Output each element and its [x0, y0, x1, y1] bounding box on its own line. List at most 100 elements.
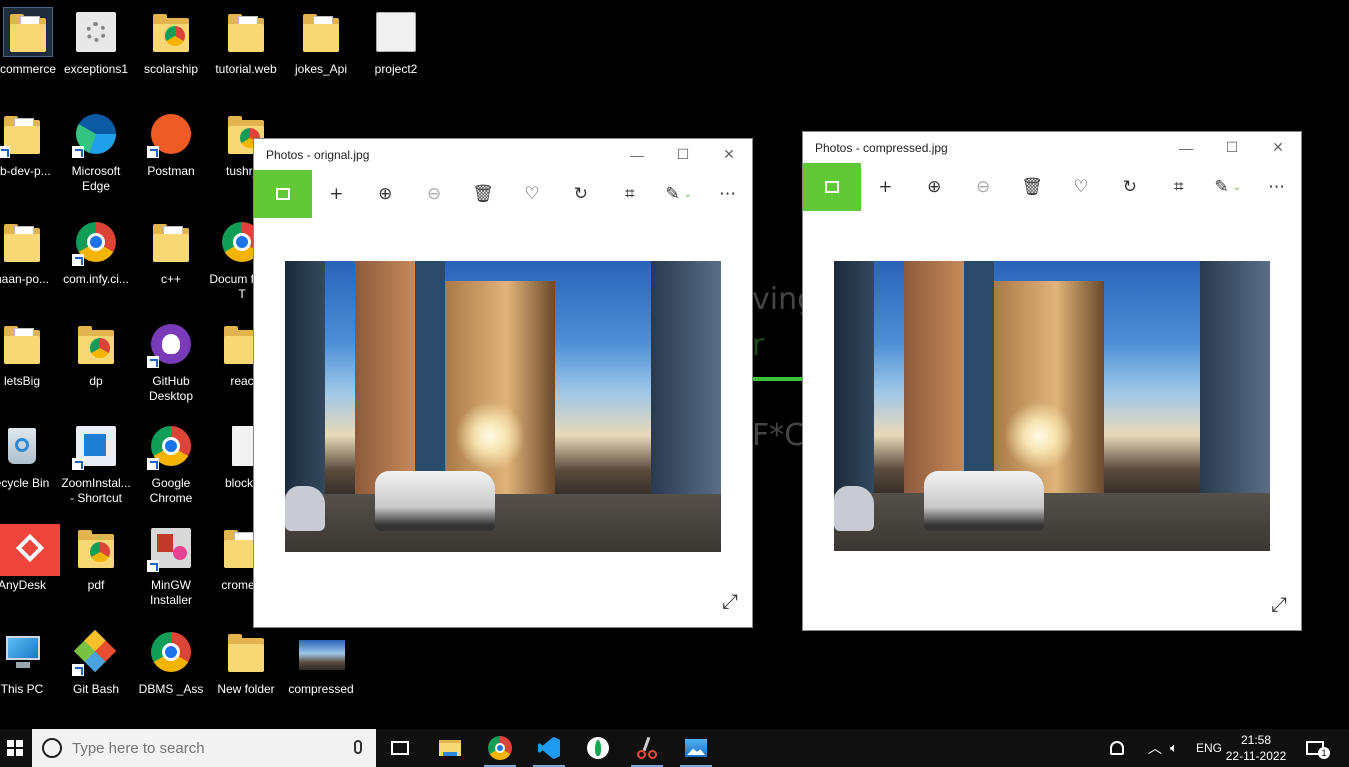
taskbar-file-explorer[interactable] [426, 729, 474, 767]
icon-label: ZoomInstal... - Shortcut [61, 476, 131, 505]
crop-button[interactable]: ⌗ [605, 170, 654, 218]
chevron-down-icon: ⌄ [1232, 181, 1241, 193]
people-icon [1110, 741, 1124, 755]
rotate-button[interactable]: ↻ [556, 170, 605, 218]
icon-label: ecycle Bin [0, 476, 50, 490]
volume-button[interactable]: 🔈︎ [1170, 729, 1178, 767]
folder-icon [222, 8, 270, 56]
folder-new-folder[interactable]: New folder [210, 628, 282, 697]
language-indicator[interactable]: ENG [1196, 729, 1222, 767]
taskbar-chrome[interactable] [476, 729, 524, 767]
title-bar[interactable]: Photos - orignal.jpg — ☐ ✕ [254, 139, 752, 170]
edit-button[interactable]: ✎ ⌄ [1203, 163, 1252, 211]
close-button[interactable]: ✕ [706, 139, 752, 170]
add-to-button[interactable]: + [861, 163, 910, 211]
folder-icon [0, 110, 46, 158]
search-input[interactable] [72, 739, 342, 757]
photos-window-compressed[interactable]: Photos - compressed.jpg — ☐ ✕ + ⊕ ⊖ 🗑 ♡ … [802, 131, 1302, 631]
photo-compressed [834, 261, 1270, 551]
this-pc[interactable]: This PC [0, 628, 58, 697]
shortcut-dbms[interactable]: DBMS _Ass [135, 628, 207, 697]
zoom-in-button[interactable]: ⊕ [361, 170, 410, 218]
folder-dp[interactable]: dp [60, 320, 132, 389]
folder-exceptions1[interactable]: exceptions1 [60, 8, 132, 77]
zoom-out-button[interactable]: ⊖ [959, 163, 1008, 211]
full-screen-button[interactable]: ⤢ [1271, 592, 1287, 616]
icon-label: GitHub Desktop [148, 374, 194, 403]
taskbar-search[interactable] [32, 729, 376, 767]
image-compressed[interactable]: compressed [285, 628, 357, 697]
folder-tutorial-web[interactable]: tutorial.web [210, 8, 282, 77]
photos-window-original[interactable]: Photos - orignal.jpg — ☐ ✕ + ⊕ ⊖ 🗑 ♡ ↻ ⌗… [253, 138, 753, 628]
rotate-button[interactable]: ↻ [1105, 163, 1154, 211]
shortcut-com-infy[interactable]: com.infy.ci... [60, 218, 132, 287]
icon-label: haan-po... [0, 272, 50, 286]
shortcut-git-bash[interactable]: Git Bash [60, 628, 132, 697]
zoom-in-button[interactable]: ⊕ [910, 163, 959, 211]
folder-letsbig[interactable]: letsBig [0, 320, 58, 389]
folder-jokes-api[interactable]: jokes_Api [285, 8, 357, 77]
crop-button[interactable]: ⌗ [1154, 163, 1203, 211]
maximize-button[interactable]: ☐ [660, 139, 706, 170]
folder-pdf[interactable]: pdf [60, 524, 132, 593]
zoom-out-button[interactable]: ⊖ [410, 170, 459, 218]
installer-icon [147, 524, 195, 572]
icon-label: dp [89, 374, 103, 388]
shortcut-anydesk[interactable]: AnyDesk [0, 524, 60, 593]
folder-haan-po[interactable]: haan-po... [0, 218, 58, 287]
see-all-photos-button[interactable] [803, 163, 861, 211]
more-button[interactable]: ⋯ [1252, 163, 1301, 211]
shortcut-postman[interactable]: Postman [135, 110, 207, 179]
shortcut-google-chrome[interactable]: Google Chrome [135, 422, 207, 506]
chrome-icon [72, 218, 120, 266]
scissors-icon [637, 736, 657, 759]
edge-icon [72, 110, 120, 158]
icon-label: letsBig [3, 374, 41, 388]
more-button[interactable]: ⋯ [703, 170, 752, 218]
close-button[interactable]: ✕ [1255, 132, 1301, 163]
folder-project2[interactable]: project2 [360, 8, 432, 77]
full-screen-button[interactable]: ⤢ [722, 589, 738, 613]
photos-toolbar: + ⊕ ⊖ 🗑 ♡ ↻ ⌗ ✎ ⌄ ⋯ [803, 163, 1301, 211]
task-view-button[interactable] [376, 729, 424, 767]
delete-button[interactable]: 🗑 [1008, 163, 1057, 211]
show-hidden-icons-button[interactable]: ︿ [1148, 729, 1162, 767]
folder-cpp[interactable]: c++ [135, 218, 207, 287]
folder-icon [297, 8, 345, 56]
people-button[interactable] [1110, 729, 1124, 767]
icon-label: Google Chrome [149, 476, 193, 505]
folder-icon [0, 320, 46, 368]
document-icon [372, 8, 420, 56]
title-bar[interactable]: Photos - compressed.jpg — ☐ ✕ [803, 132, 1301, 163]
shortcut-microsoft-edge[interactable]: Microsoft Edge [60, 110, 132, 194]
folder-web-dev[interactable]: eb-dev-p... [0, 110, 58, 179]
favorite-button[interactable]: ♡ [1057, 163, 1106, 211]
maximize-button[interactable]: ☐ [1209, 132, 1255, 163]
folder-commerce[interactable]: commerce [0, 7, 64, 77]
notification-count-badge: 1 [1318, 747, 1330, 759]
favorite-button[interactable]: ♡ [508, 170, 557, 218]
taskbar-snipping-tool[interactable] [623, 729, 671, 767]
edit-button[interactable]: ✎ ⌄ [654, 170, 703, 218]
action-center-button[interactable]: 1 [1306, 729, 1336, 767]
start-button[interactable] [0, 729, 30, 767]
recycle-bin[interactable]: ecycle Bin [0, 422, 58, 491]
photos-icon [685, 739, 707, 757]
see-all-photos-button[interactable] [254, 170, 312, 218]
microphone-icon[interactable] [354, 740, 362, 754]
add-to-button[interactable]: + [312, 170, 361, 218]
minimize-button[interactable]: — [614, 139, 660, 170]
shortcut-mingw-installer[interactable]: MinGW Installer [135, 524, 207, 608]
photos-toolbar: + ⊕ ⊖ 🗑 ♡ ↻ ⌗ ✎ ⌄ ⋯ [254, 170, 752, 218]
taskbar-mongodb[interactable] [574, 729, 622, 767]
minimize-button[interactable]: — [1163, 132, 1209, 163]
delete-button[interactable]: 🗑 [459, 170, 508, 218]
shortcut-zoominstaller[interactable]: ZoomInstal... - Shortcut [60, 422, 132, 506]
taskbar-vscode[interactable] [525, 729, 573, 767]
clock[interactable]: 21:58 22-11-2022 [1221, 732, 1291, 764]
shortcut-github-desktop[interactable]: GitHub Desktop [135, 320, 207, 404]
icon-label: Postman [147, 164, 195, 178]
folder-scolarship[interactable]: scolarship [135, 8, 207, 77]
photo-original [285, 261, 721, 552]
taskbar-photos[interactable] [672, 729, 720, 767]
